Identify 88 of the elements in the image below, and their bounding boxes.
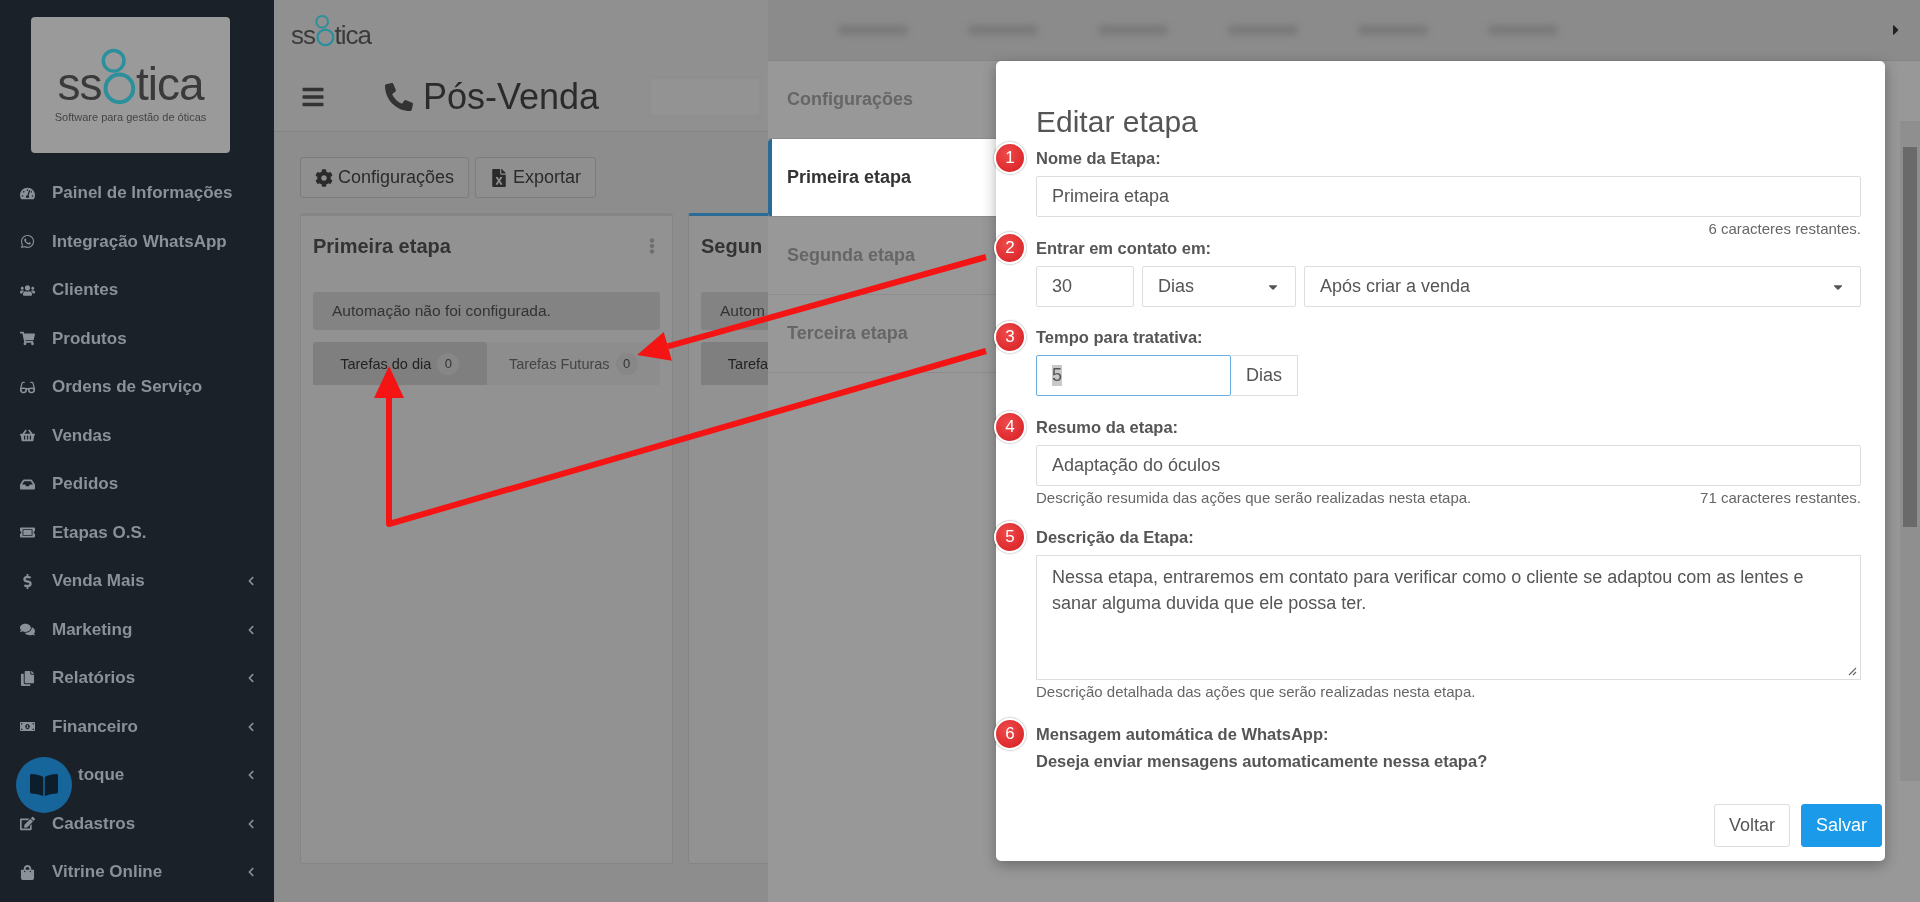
back-button[interactable]: Voltar	[1713, 804, 1790, 847]
text-field[interactable]: Adaptação do óculos	[1036, 445, 1861, 486]
menu-icon[interactable]	[301, 85, 325, 109]
sidebar-item[interactable]: Cadastros	[0, 799, 274, 848]
logo-rings-icon	[315, 14, 335, 48]
notice-bar: Autom	[701, 292, 768, 330]
sidebar-item[interactable]: Clientes	[0, 266, 274, 315]
notice-bar: Automação não foi configurada.	[313, 292, 660, 330]
step-number-badge: 5	[994, 521, 1026, 553]
step-number-badge: 6	[994, 718, 1026, 750]
chat-icon	[20, 622, 35, 638]
toolbar-button[interactable]: Exportar	[475, 157, 597, 198]
sidebar-item[interactable]: Financeiro	[0, 702, 274, 751]
book-icon	[30, 771, 58, 799]
count-badge: 0	[615, 352, 638, 375]
logo-rings-icon	[101, 47, 136, 107]
users-icon	[20, 282, 35, 298]
sidebar-item[interactable]: Venda Mais	[0, 557, 274, 606]
field-label: Mensagem automática de WhatsApp:	[1036, 725, 1329, 743]
logo-text: tica	[135, 60, 204, 107]
sidebar-item[interactable]: Etapas O.S.	[0, 508, 274, 557]
gear-icon	[315, 168, 333, 187]
chevron-icon	[246, 818, 256, 829]
basket-icon	[20, 428, 35, 444]
edit-icon	[20, 816, 35, 832]
character-counter: 71 caracteres restantes.	[1700, 489, 1861, 507]
phone-icon	[385, 83, 413, 111]
page-title: Pós-Venda	[423, 76, 600, 118]
bag-icon	[20, 864, 35, 880]
cart-icon	[20, 331, 35, 347]
help-text: Descrição resumida das ações que serão realizadas nesta etapa.	[1036, 489, 1472, 507]
save-button[interactable]: Salvar	[1800, 804, 1882, 847]
spreadsheet-file-icon	[490, 168, 509, 187]
card-title: Segun	[701, 234, 763, 258]
step-number-badge: 1	[994, 142, 1026, 174]
number-field[interactable]: 30	[1036, 266, 1134, 307]
chevron-icon	[246, 624, 256, 635]
step-number-badge: 3	[994, 321, 1026, 353]
step-number-badge: 4	[994, 411, 1026, 443]
glasses-icon	[20, 379, 35, 395]
help-text: Descrição detalhada das ações que serão realizadas nesta etapa.	[1036, 683, 1476, 701]
character-counter: 6 caracteres restantes.	[1708, 220, 1861, 238]
whatsapp-icon	[20, 234, 35, 250]
chevron-icon	[246, 576, 256, 587]
gauge-icon	[20, 185, 35, 201]
field-label: Entrar em contato em:	[1036, 239, 1212, 257]
sidebar-item[interactable]: Integração WhatsApp	[0, 217, 274, 266]
sidebar-item[interactable]: toque	[0, 751, 274, 800]
text-field[interactable]: Primeira etapa	[1036, 176, 1861, 217]
chevron-icon	[246, 721, 256, 732]
text-area[interactable]: Nessa etapa, entraremos em contato para verificar como o cliente se adaptou com as lentes e sanar alguma duvida que ele possa ter.	[1036, 555, 1861, 680]
sidebar-item[interactable]: Pedidos	[0, 460, 274, 509]
unit-select[interactable]: Dias	[1142, 266, 1296, 307]
sidebar-item[interactable]: Painel de Informações	[0, 169, 274, 218]
number-field[interactable]: 5	[1036, 355, 1231, 396]
card-title: Primeira etapa	[313, 234, 451, 258]
sidebar-item[interactable]: Vitrine Online	[0, 848, 274, 897]
task-tab[interactable]: Tarefas Futuras 0	[486, 342, 660, 385]
reference-select[interactable]: Após criar a venda	[1304, 266, 1861, 307]
field-label: Descrição da Etapa:	[1036, 528, 1194, 546]
chevron-icon	[246, 673, 256, 684]
field-label: Tempo para tratativa:	[1036, 328, 1203, 346]
step-number-badge: 2	[994, 232, 1026, 264]
logo-text: ss	[57, 60, 102, 107]
resize-grip-icon	[1848, 667, 1857, 676]
scrollbar[interactable]	[1900, 121, 1920, 781]
dialog-title: Editar etapa	[1036, 105, 1199, 139]
task-tab[interactable]: Tarefa	[701, 342, 768, 385]
sidebar-item[interactable]: Relatórios	[0, 654, 274, 703]
field-label: Resumo da etapa:	[1036, 418, 1179, 436]
count-badge: 0	[437, 352, 460, 375]
copy-icon	[20, 670, 35, 686]
chevron-icon	[246, 770, 256, 781]
unit-addon: Dias	[1231, 355, 1298, 396]
toolbar-button[interactable]: Configurações	[300, 157, 470, 198]
question-text: Deseja enviar mensagens automaticamente nessa etapa?	[1036, 752, 1489, 771]
sidebar-item[interactable]: Vendas	[0, 411, 274, 460]
sidebar-item[interactable]: Marketing	[0, 605, 274, 654]
field-label: Nome da Etapa:	[1036, 149, 1161, 167]
ticket-icon	[20, 525, 35, 541]
chevron-icon	[246, 867, 256, 878]
logo-text: ss	[291, 21, 315, 48]
task-tab[interactable]: Tarefas do dia 0	[313, 342, 487, 385]
sidebar-item[interactable]: Ordens de Serviço	[0, 363, 274, 412]
logo-text: tica	[334, 21, 371, 48]
logo-tagline: Software para gestão de óticas	[54, 110, 207, 123]
sidebar-item[interactable]: Produtos	[0, 314, 274, 363]
stage-tab[interactable]: Primeira etapa	[768, 139, 996, 217]
